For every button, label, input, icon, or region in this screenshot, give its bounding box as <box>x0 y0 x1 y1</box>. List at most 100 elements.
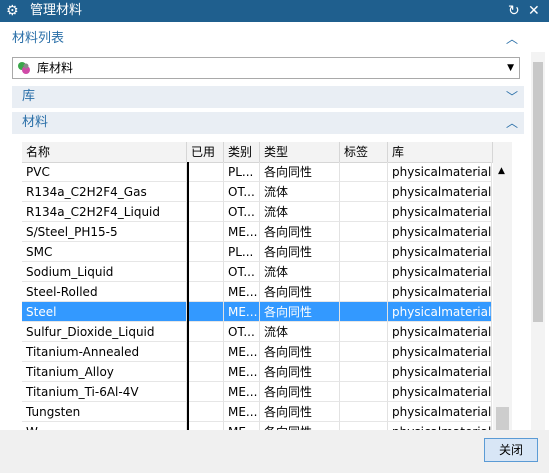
cell-used <box>187 322 224 342</box>
cell-used <box>187 242 224 262</box>
table-row[interactable]: Steel-Rolled ME...各向同性 physicalmateriallib <box>22 282 492 302</box>
cell-name: Steel <box>22 302 187 322</box>
table-row[interactable]: W... ME...各向同性 physicalmateriallib <box>22 422 492 430</box>
cell-name: Sodium_Liquid <box>22 262 187 282</box>
table-header: 名称 已用 类别 类型 标签 库 <box>22 142 512 163</box>
material-library-icon <box>18 62 30 74</box>
close-icon[interactable]: ✕ <box>528 1 540 21</box>
table-row[interactable]: Sodium_Liquid OT...流体 physicalmateriallib <box>22 262 492 282</box>
cell-used <box>187 362 224 382</box>
cell-category: ME... <box>224 382 260 402</box>
table-row[interactable]: R134a_C2H2F4_Liquid OT... 流体 physicalmateri… <box>22 202 492 222</box>
column-header-library[interactable]: 库 <box>388 142 493 162</box>
cell-library: physicalmateriallib <box>388 242 492 262</box>
cell-type: 各向同性 <box>260 302 340 322</box>
library-dropdown-value: 库材料 <box>37 61 74 75</box>
table-row[interactable]: R134a_C2H2F4_Gas OT...流体 physicalmateriall… <box>22 182 492 202</box>
window-title: 管理材料 <box>30 3 83 18</box>
cell-type: 各向同性 <box>260 422 340 430</box>
table-row[interactable]: S/Steel_PH15-5 ME...各向同性 physicalmateriall… <box>22 222 492 242</box>
table-row[interactable]: Tungsten ME...各向同性 physicalmateriallib <box>22 402 492 422</box>
cell-type: 各向同性 <box>260 402 340 422</box>
cell-type: 流体 <box>260 322 340 342</box>
section-material-list-title: 材料列表 <box>12 31 65 46</box>
table-row[interactable]: Titanium_Ti-6Al-4V ME... 各向同性 physicalmater… <box>22 382 492 402</box>
table-row[interactable]: Sulfur_Dioxide_Liquid OT... 流体 physicalmate… <box>22 322 492 342</box>
cell-tag <box>340 262 388 282</box>
cell-tag <box>340 322 388 342</box>
cell-library: physicalmateriallib <box>388 402 492 422</box>
cell-library: physicalmateriallib <box>388 362 492 382</box>
column-divider <box>187 162 189 430</box>
cell-name: PVC <box>22 162 187 182</box>
section-library[interactable]: 库 ﹀ <box>12 86 524 108</box>
library-dropdown[interactable]: 库材料 ▼ <box>12 57 520 79</box>
cell-library: physicalmateriallib <box>388 162 492 182</box>
cell-type: 流体 <box>260 202 340 222</box>
cell-tag <box>340 202 388 222</box>
dialog-scrollbar-thumb[interactable] <box>533 62 543 322</box>
cell-tag <box>340 222 388 242</box>
cell-tag <box>340 302 388 322</box>
cell-name: SMC <box>22 242 187 262</box>
table-row[interactable]: Titanium_Alloy ME...各向同性 physicalmateriall… <box>22 362 492 382</box>
column-header-used[interactable]: 已用 <box>187 142 224 162</box>
table-row[interactable]: Steel ME...各向同性 physicalmateriallib <box>22 302 492 322</box>
cell-name: S/Steel_PH15-5 <box>22 222 187 242</box>
footer: 关闭 <box>0 430 549 473</box>
cell-library: physicalmateriallib <box>388 202 492 222</box>
column-header-type[interactable]: 类型 <box>260 142 340 162</box>
cell-name: Titanium_Ti-6Al-4V <box>22 382 187 402</box>
table-row[interactable]: PVC PL...各向同性 physicalmateriallib <box>22 162 492 182</box>
cell-library: physicalmateriallib <box>388 262 492 282</box>
table-scrollbar[interactable]: ▲ <box>493 162 512 430</box>
section-materials[interactable]: 材料 ︿ <box>12 112 524 134</box>
cell-library: physicalmateriallib <box>388 342 492 362</box>
dropdown-arrow-icon[interactable]: ▼ <box>507 58 514 78</box>
cell-type: 各向同性 <box>260 282 340 302</box>
cell-used <box>187 222 224 242</box>
cell-type: 流体 <box>260 262 340 282</box>
table-row[interactable]: Titanium-Annealed ME... 各向同性 physicalmateri… <box>22 342 492 362</box>
table-scrollbar-thumb[interactable] <box>496 407 509 430</box>
table-row[interactable]: SMC PL...各向同性 physicalmateriallib <box>22 242 492 262</box>
cell-category: OT... <box>224 322 260 342</box>
close-button[interactable]: 关闭 <box>484 438 538 462</box>
chevron-up-icon[interactable]: ︿ <box>506 112 518 134</box>
cell-used <box>187 202 224 222</box>
cell-tag <box>340 382 388 402</box>
cell-tag <box>340 162 388 182</box>
gear-icon: ⚙ <box>6 3 19 19</box>
dialog-scrollbar[interactable] <box>531 52 545 430</box>
cell-tag <box>340 422 388 430</box>
cell-type: 各向同性 <box>260 382 340 402</box>
reset-icon[interactable]: ↻ <box>508 1 520 21</box>
section-library-title: 库 <box>22 89 36 104</box>
cell-tag <box>340 402 388 422</box>
scroll-up-arrow-icon[interactable]: ▲ <box>498 166 505 176</box>
cell-category: PL... <box>224 162 260 182</box>
column-header-tag[interactable]: 标签 <box>340 142 388 162</box>
cell-used <box>187 262 224 282</box>
cell-category: ME... <box>224 282 260 302</box>
cell-category: ME... <box>224 302 260 322</box>
chevron-down-icon[interactable]: ﹀ <box>506 86 518 108</box>
dialog-body: 材料列表 ︿ 库材料 ▼ 库 ﹀ 材料 ︿ 名称 已用 类别 类型 标签 库 P… <box>0 22 549 430</box>
title-bar: ⚙ 管理材料 ↻ ✕ <box>0 0 549 22</box>
cell-used <box>187 342 224 362</box>
cell-tag <box>340 182 388 202</box>
cell-used <box>187 162 224 182</box>
cell-library: physicalmateriallib <box>388 182 492 202</box>
cell-used <box>187 302 224 322</box>
column-header-category[interactable]: 类别 <box>224 142 260 162</box>
chevron-up-icon[interactable]: ︿ <box>506 30 518 48</box>
cell-name: Sulfur_Dioxide_Liquid <box>22 322 187 342</box>
cell-tag <box>340 362 388 382</box>
section-materials-title: 材料 <box>22 115 49 130</box>
cell-type: 各向同性 <box>260 222 340 242</box>
cell-category: OT... <box>224 182 260 202</box>
column-header-name[interactable]: 名称 <box>22 142 187 162</box>
cell-tag <box>340 342 388 362</box>
section-material-list[interactable]: 材料列表 ︿ <box>12 30 524 48</box>
cell-category: OT... <box>224 262 260 282</box>
